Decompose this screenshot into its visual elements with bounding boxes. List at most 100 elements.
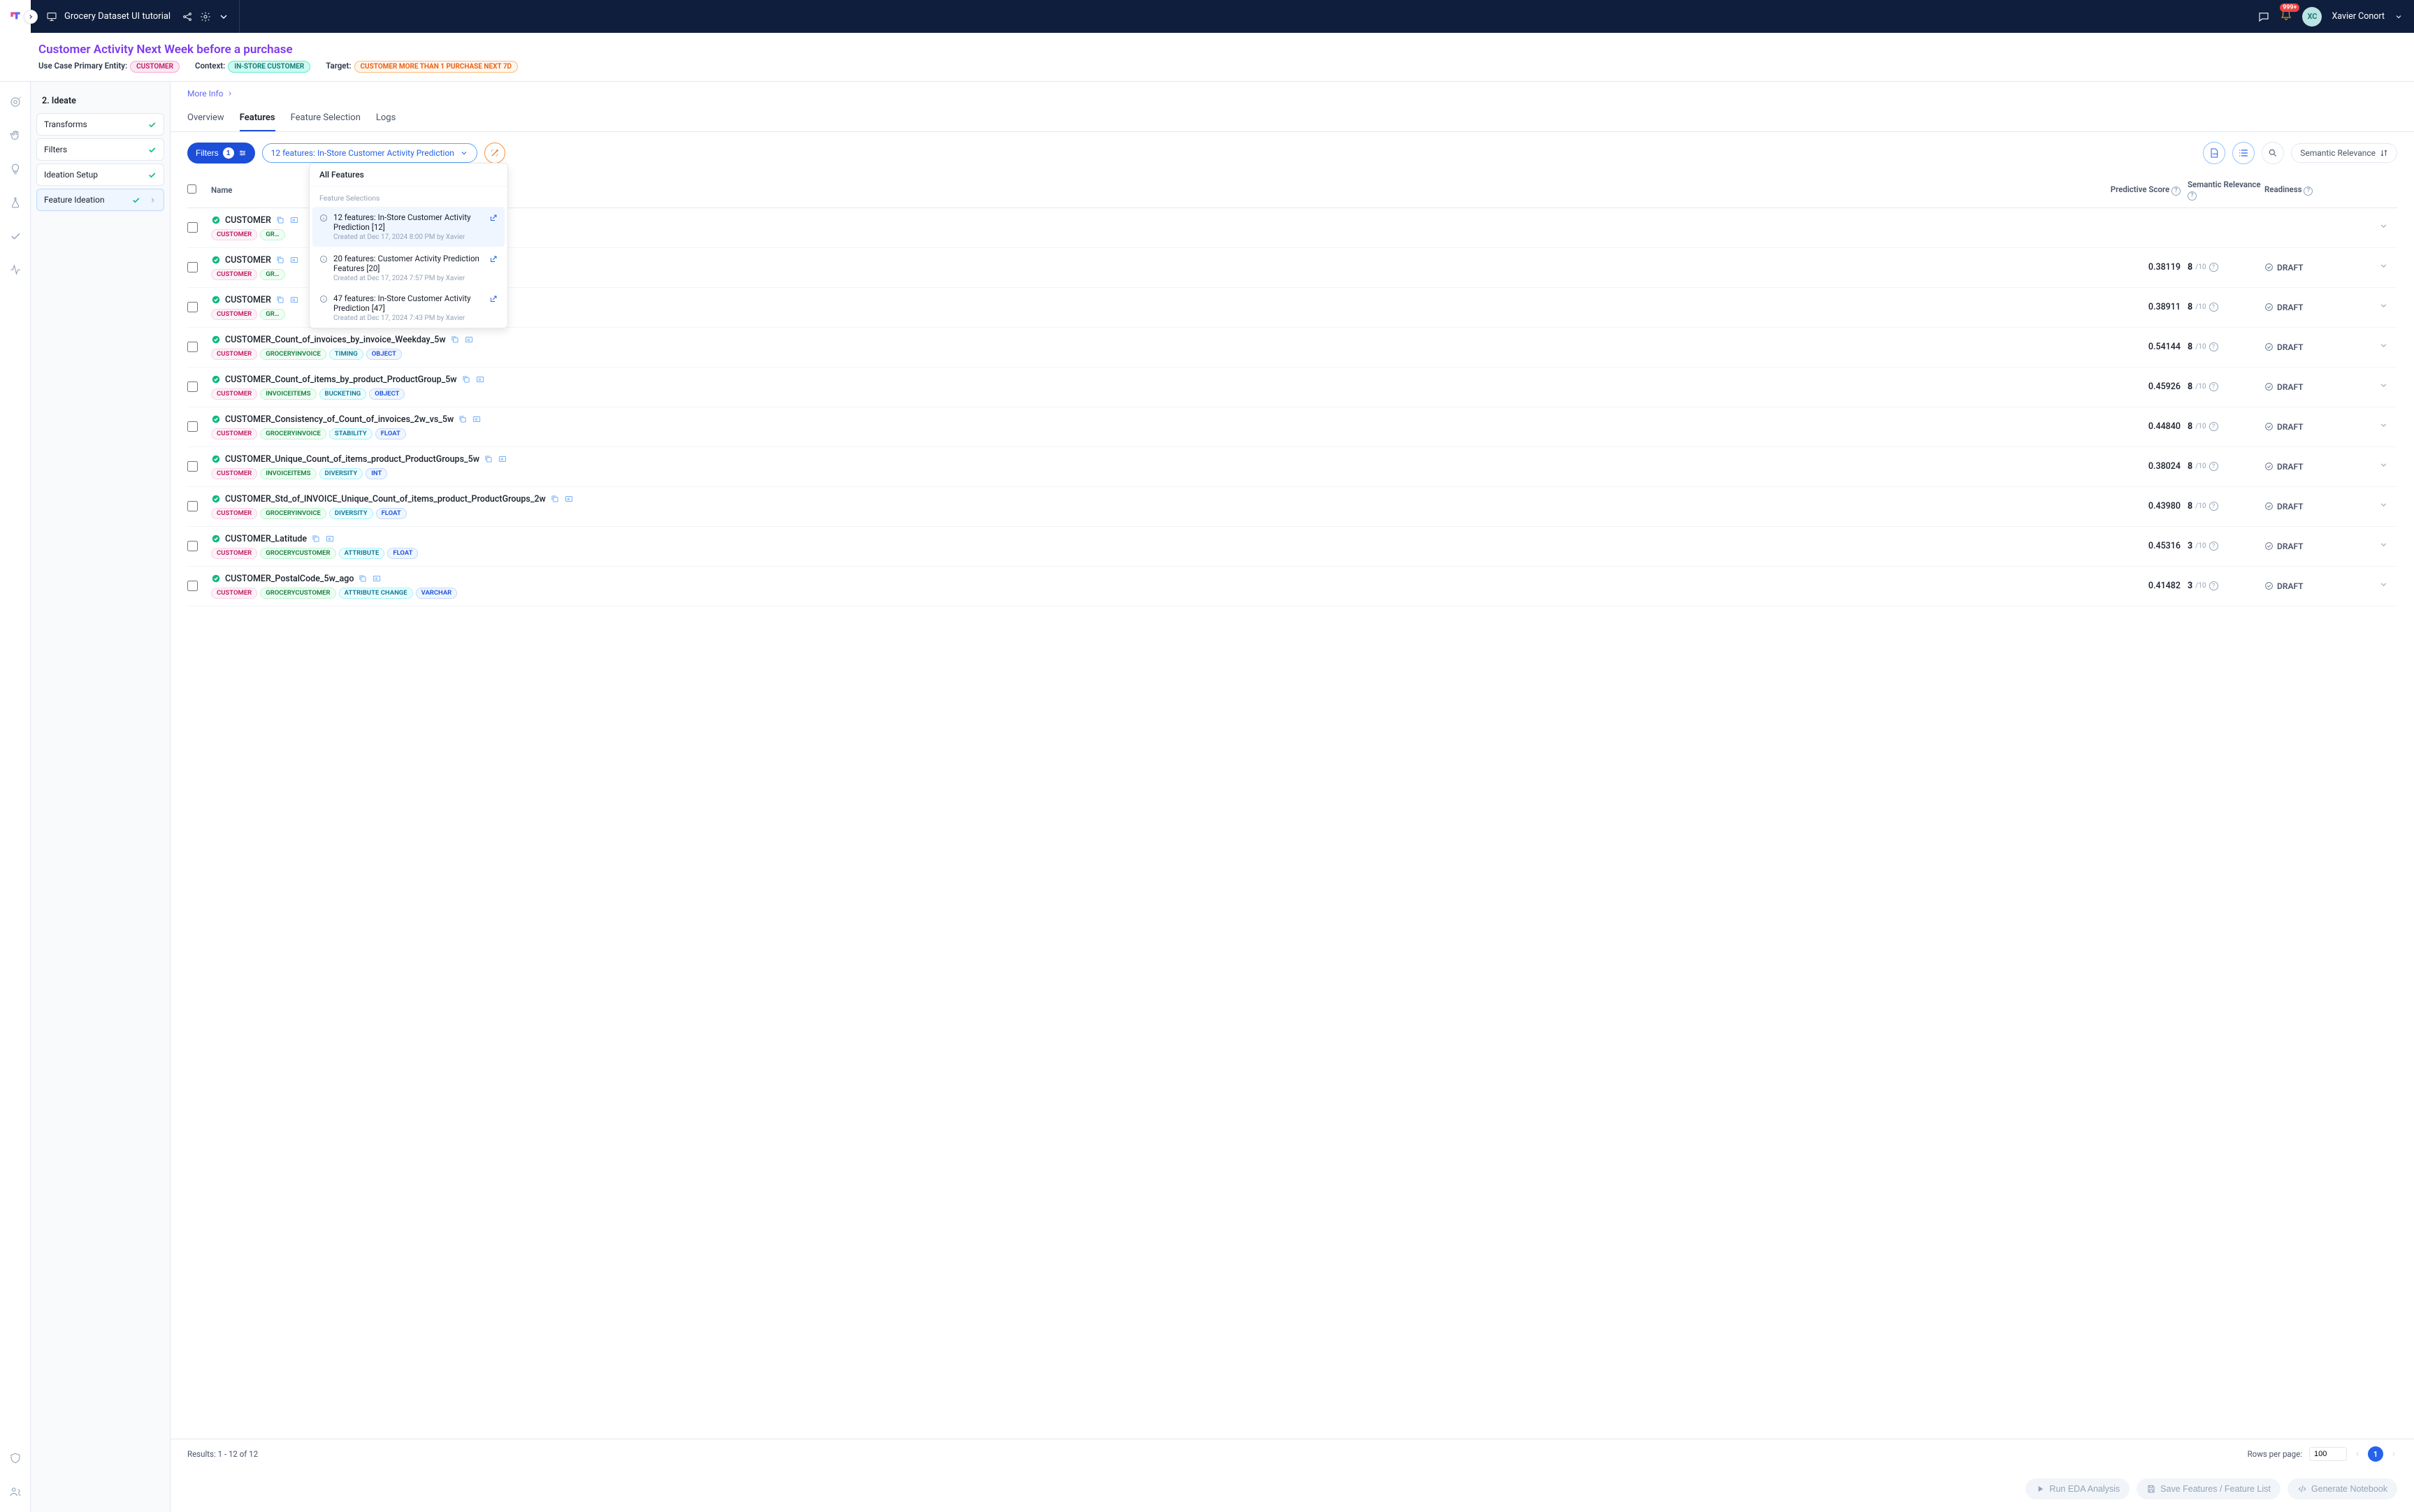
- row-checkbox[interactable]: [187, 421, 198, 432]
- user-menu-chevron-icon[interactable]: [2394, 13, 2403, 21]
- users-icon[interactable]: [9, 1485, 22, 1498]
- row-checkbox[interactable]: [187, 302, 198, 312]
- popover-selection-item[interactable]: 12 features: In-Store Customer Activity …: [312, 207, 505, 247]
- hand-icon[interactable]: [9, 129, 22, 142]
- row-checkbox[interactable]: [187, 222, 198, 233]
- popover-selection-item[interactable]: 47 features: In-Store Customer Activity …: [310, 288, 507, 328]
- copy-icon[interactable]: [275, 255, 285, 265]
- copy-icon[interactable]: [275, 295, 285, 305]
- feature-name[interactable]: CUSTOMER_Std_of_INVOICE_Unique_Count_of_…: [225, 494, 546, 504]
- id-icon[interactable]: ID: [289, 215, 299, 225]
- help-icon[interactable]: ?: [2209, 422, 2218, 431]
- target-icon[interactable]: [9, 96, 22, 108]
- popover-all-features[interactable]: All Features: [310, 163, 507, 187]
- activity-icon[interactable]: [9, 263, 22, 276]
- row-checkbox[interactable]: [187, 581, 198, 591]
- tab-logs[interactable]: Logs: [376, 106, 396, 131]
- help-icon[interactable]: ?: [2209, 382, 2218, 391]
- help-icon[interactable]: ?: [2171, 187, 2181, 196]
- save-features-button[interactable]: Save Features / Feature List: [2137, 1478, 2281, 1499]
- popover-selection-item[interactable]: 20 features: Customer Activity Predictio…: [310, 248, 507, 288]
- row-checkbox[interactable]: [187, 501, 198, 511]
- chevron-down-icon[interactable]: [218, 11, 229, 22]
- help-icon[interactable]: ?: [2209, 303, 2218, 312]
- col-semantic[interactable]: Semantic Relevance ?: [2188, 180, 2264, 201]
- row-checkbox[interactable]: [187, 381, 198, 392]
- external-link-icon[interactable]: [489, 214, 498, 222]
- magic-wand-button[interactable]: [484, 143, 505, 163]
- help-icon[interactable]: ?: [2209, 581, 2218, 590]
- feature-name[interactable]: CUSTOMER: [225, 215, 271, 226]
- nav-item-ideation-setup[interactable]: Ideation Setup: [36, 163, 164, 186]
- notifications-button[interactable]: 999+: [2280, 9, 2292, 24]
- search-button[interactable]: [2262, 142, 2284, 164]
- flask-icon[interactable]: [9, 196, 22, 209]
- export-csv-button[interactable]: CSV: [2203, 142, 2225, 164]
- help-icon[interactable]: ?: [2209, 263, 2218, 272]
- rows-per-page-input[interactable]: [2309, 1447, 2347, 1461]
- copy-icon[interactable]: [484, 454, 493, 464]
- copy-icon[interactable]: [550, 494, 560, 504]
- id-icon[interactable]: ID: [464, 335, 474, 344]
- chat-icon[interactable]: [2257, 10, 2270, 23]
- id-icon[interactable]: ID: [472, 414, 482, 424]
- copy-icon[interactable]: [358, 574, 368, 583]
- copy-icon[interactable]: [461, 375, 471, 384]
- expand-row-button[interactable]: [2369, 460, 2397, 472]
- collapse-sidebar-button[interactable]: [24, 10, 38, 24]
- check-icon[interactable]: [9, 230, 22, 242]
- help-icon[interactable]: ?: [2188, 191, 2197, 201]
- tab-feature-selection[interactable]: Feature Selection: [291, 106, 361, 131]
- feature-name[interactable]: CUSTOMER: [225, 295, 271, 305]
- id-icon[interactable]: ID: [289, 295, 299, 305]
- tab-features[interactable]: Features: [240, 106, 275, 131]
- tab-overview[interactable]: Overview: [187, 106, 224, 131]
- expand-row-button[interactable]: [2369, 381, 2397, 393]
- sort-button[interactable]: Semantic Relevance: [2291, 143, 2397, 163]
- expand-row-button[interactable]: [2369, 421, 2397, 432]
- feature-name[interactable]: CUSTOMER_Consistency_of_Count_of_invoice…: [225, 414, 454, 425]
- row-checkbox[interactable]: [187, 461, 198, 472]
- expand-row-button[interactable]: [2369, 580, 2397, 592]
- row-checkbox[interactable]: [187, 342, 198, 352]
- filters-button[interactable]: Filters 1: [187, 143, 255, 163]
- expand-row-button[interactable]: [2369, 500, 2397, 512]
- copy-icon[interactable]: [458, 414, 468, 424]
- help-icon[interactable]: ?: [2304, 187, 2313, 196]
- copy-icon[interactable]: [311, 534, 321, 544]
- feature-name[interactable]: CUSTOMER: [225, 255, 271, 266]
- nav-item-feature-ideation[interactable]: Feature Ideation: [36, 189, 164, 211]
- col-readiness[interactable]: Readiness ?: [2264, 184, 2369, 196]
- feature-selection-dropdown[interactable]: 12 features: In-Store Customer Activity …: [262, 143, 477, 163]
- list-view-button[interactable]: [2232, 142, 2255, 164]
- expand-row-button[interactable]: [2369, 341, 2397, 353]
- share-icon[interactable]: [182, 11, 193, 22]
- copy-icon[interactable]: [450, 335, 460, 344]
- help-icon[interactable]: ?: [2209, 541, 2218, 551]
- select-all-checkbox[interactable]: [187, 184, 196, 194]
- next-page-icon[interactable]: [2390, 1451, 2397, 1458]
- external-link-icon[interactable]: [489, 255, 498, 263]
- feature-name[interactable]: CUSTOMER_Count_of_items_by_product_Produ…: [225, 375, 457, 385]
- feature-name[interactable]: CUSTOMER_PostalCode_5w_ago: [225, 574, 354, 584]
- nav-item-transforms[interactable]: Transforms: [36, 113, 164, 136]
- feature-name[interactable]: CUSTOMER_Unique_Count_of_items_product_P…: [225, 454, 479, 465]
- run-eda-button[interactable]: Run EDA Analysis: [2025, 1478, 2130, 1499]
- feature-name[interactable]: CUSTOMER_Count_of_invoices_by_invoice_We…: [225, 335, 446, 345]
- id-icon[interactable]: ID: [372, 574, 382, 583]
- gear-icon[interactable]: [200, 11, 211, 22]
- row-checkbox[interactable]: [187, 262, 198, 272]
- feature-name[interactable]: CUSTOMER_Latitude: [225, 534, 307, 544]
- id-icon[interactable]: ID: [475, 375, 485, 384]
- expand-row-button[interactable]: [2369, 221, 2397, 233]
- help-icon[interactable]: ?: [2209, 502, 2218, 511]
- prev-page-icon[interactable]: [2354, 1451, 2361, 1458]
- help-icon[interactable]: ?: [2209, 462, 2218, 471]
- external-link-icon[interactable]: [489, 295, 498, 303]
- help-icon[interactable]: ?: [2209, 342, 2218, 351]
- more-info-link[interactable]: More Info: [187, 82, 2397, 99]
- shield-icon[interactable]: [9, 1452, 22, 1464]
- row-checkbox[interactable]: [187, 541, 198, 551]
- copy-icon[interactable]: [275, 215, 285, 225]
- id-icon[interactable]: ID: [289, 255, 299, 265]
